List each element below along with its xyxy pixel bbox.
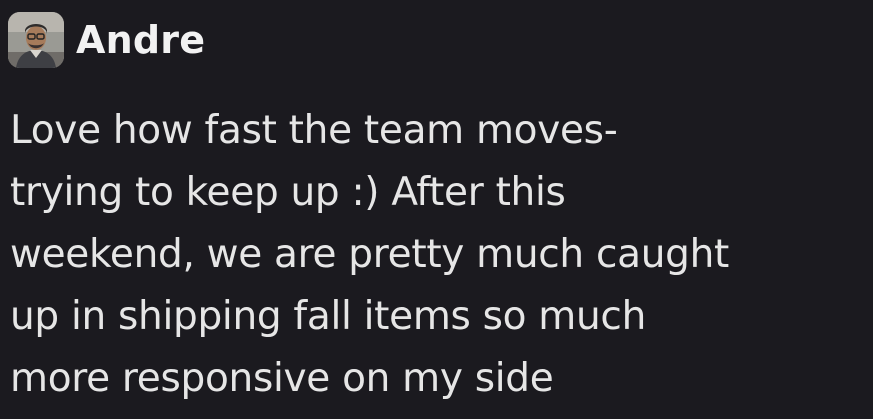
message-text-line: weekend, we are pretty much caught [10,232,729,277]
chat-message: Andre Love how fast the team moves- tryi… [0,0,873,419]
message-text-line: more responsive on my side [10,356,554,401]
message-text-line: Love how fast the team moves- [10,108,618,153]
message-text-line: trying to keep up :) After this [10,170,566,215]
message-body: Love how fast the team moves- trying to … [10,100,865,410]
message-header: Andre [8,12,205,68]
author-name[interactable]: Andre [76,12,205,68]
message-text-line: up in shipping fall items so much [10,294,646,339]
user-avatar-icon [8,12,64,68]
avatar[interactable] [8,12,64,68]
